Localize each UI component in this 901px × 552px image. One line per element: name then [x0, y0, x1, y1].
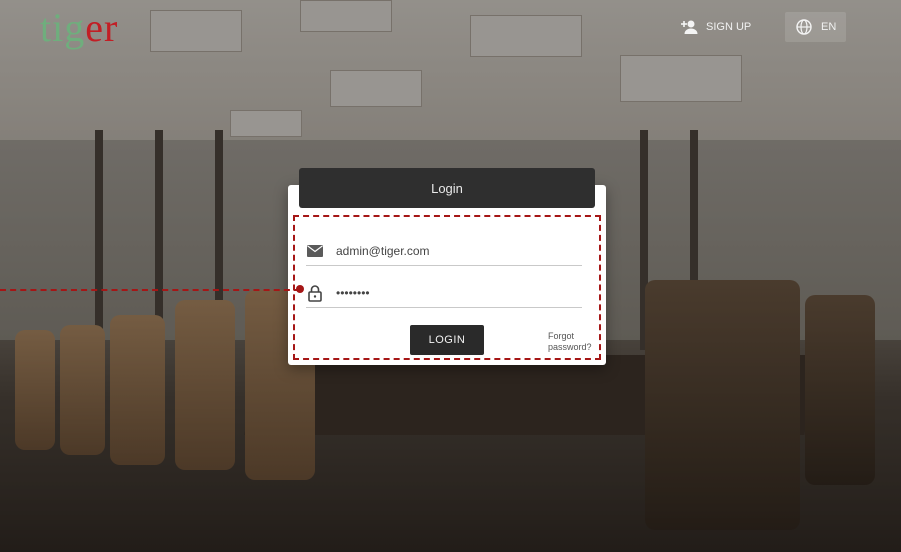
tiger-logo[interactable]: tiger — [40, 4, 118, 51]
annotation-pointer-line — [0, 289, 300, 291]
signup-label: SIGN UP — [706, 21, 752, 33]
envelope-icon — [306, 242, 324, 260]
email-field — [306, 237, 582, 266]
logo-text-part2: er — [85, 5, 119, 50]
signup-button[interactable]: SIGN UP — [680, 12, 751, 42]
add-user-icon — [680, 18, 698, 36]
password-input[interactable] — [336, 286, 566, 300]
language-label: EN — [821, 21, 837, 33]
lock-icon — [306, 284, 324, 302]
language-selector[interactable]: EN — [785, 12, 847, 42]
login-card-title: Login — [299, 168, 595, 208]
forgot-password-link[interactable]: Forgot password? — [548, 331, 600, 353]
login-button[interactable]: LOGIN — [410, 325, 484, 355]
logo-text-part1: tig — [40, 5, 86, 50]
globe-icon — [795, 18, 813, 36]
email-input[interactable] — [336, 244, 566, 258]
password-field — [306, 279, 582, 308]
